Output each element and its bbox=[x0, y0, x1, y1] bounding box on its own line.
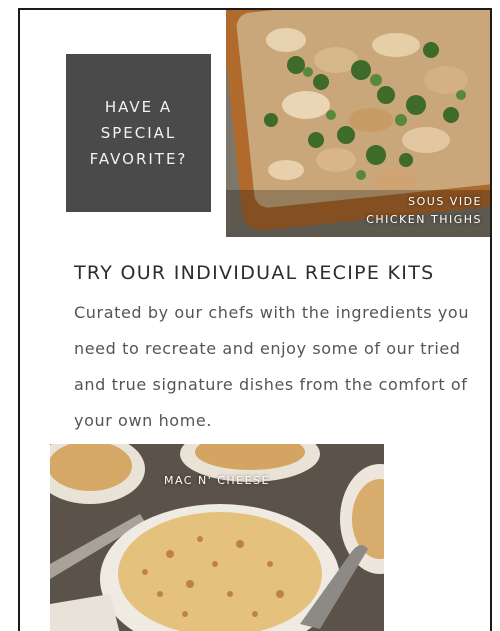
hero-caption-line1: SOUS VIDE bbox=[408, 195, 482, 208]
mac-n-cheese-image[interactable]: MAC N' CHEESE bbox=[50, 444, 384, 631]
promo-text: HAVE A SPECIAL FAVORITE? bbox=[89, 98, 188, 168]
mac-n-cheese-illustration bbox=[50, 444, 384, 631]
sous-vide-chicken-image[interactable]: SOUS VIDE CHICKEN THIGHS bbox=[226, 10, 490, 237]
hero-caption-line2: CHICKEN THIGHS bbox=[366, 213, 482, 226]
page-frame: HAVE A SPECIAL FAVORITE? SOUS VIDE CHICK… bbox=[18, 8, 492, 631]
section-headline: TRY OUR INDIVIDUAL RECIPE KITS bbox=[74, 262, 435, 284]
section-description: Curated by our chefs with the ingredient… bbox=[74, 303, 470, 430]
special-favorite-promo[interactable]: HAVE A SPECIAL FAVORITE? bbox=[66, 54, 211, 212]
mac-caption: MAC N' CHEESE bbox=[163, 474, 271, 487]
hero-caption: SOUS VIDE CHICKEN THIGHS bbox=[366, 193, 482, 229]
